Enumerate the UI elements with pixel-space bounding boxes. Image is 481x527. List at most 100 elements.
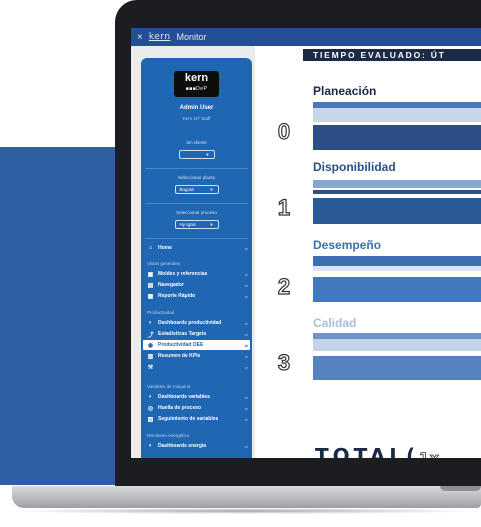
process-dropdown[interactable]: Hy Ignis ▼ (174, 220, 219, 229)
laptop-base-groove (440, 486, 481, 491)
selector-label: Sin cliente (186, 140, 207, 145)
section-number: 2 (277, 274, 291, 299)
section-title-desempeno: Desempeño (313, 238, 382, 252)
bar-calidad-light (313, 339, 481, 351)
nav-label: Dashboards energía (158, 443, 207, 449)
nav-seguimiento-variables[interactable]: ▨ Seguimiento de variables ⇄ (143, 414, 250, 424)
chevron-right-icon: ⇄ (244, 271, 248, 277)
nav-tools[interactable]: ⚒ ⇄ (143, 362, 250, 372)
total-tail: 1x (419, 451, 440, 458)
brand-logo: kern ■■■DeP (174, 71, 219, 97)
nav-label: Estadísticas Targets (158, 331, 207, 337)
sidebar: kern ■■■DeP Admin User Kern IoT Staff Si… (141, 58, 252, 458)
tracking-icon: ▨ (147, 416, 154, 423)
chevron-right-icon: ⇄ (244, 331, 248, 337)
close-icon[interactable]: × (137, 32, 143, 43)
window-titlebar: × kern Monitor (131, 28, 481, 46)
section-title-disponibilidad: Disponibilidad (313, 160, 396, 174)
section-number: 1 (277, 195, 291, 220)
selector-value: Bogotá (179, 187, 194, 192)
bar-planeacion-main (313, 125, 481, 150)
section-number: 0 (277, 119, 291, 144)
chevron-right-icon: ⇄ (244, 282, 248, 288)
main-content: TIEMPO EVALUADO: ÚT Planeación 0 Disponi… (255, 46, 481, 458)
user-role: Kern IoT Staff (182, 116, 211, 121)
bar-desempeno-light (313, 266, 481, 271)
nav-label: Huella de proceso (158, 405, 202, 411)
bar-disponibilidad-main (313, 198, 481, 224)
laptop-screen: × kern Monitor kern ■■■DeP Admin User Ke… (131, 28, 481, 458)
client-selector: Sin cliente ▼ (141, 140, 252, 159)
tools-icon: ⚒ (147, 364, 154, 371)
nav-reporte-rapido[interactable]: ▦ Reporte Rápido ⇄ (143, 291, 250, 301)
plant-dropdown[interactable]: Bogotá ▼ (174, 185, 219, 194)
brand-sub: ■■■DeP (185, 86, 208, 92)
bar-desempeno-top (313, 256, 481, 266)
chevron-right-icon: ⇄ (244, 245, 248, 251)
bar-calidad-main (313, 356, 481, 380)
nav-label: Dashboards productividad (158, 320, 222, 326)
report-icon: ▦ (147, 293, 154, 300)
divider (145, 168, 248, 169)
bar-disponibilidad-light (313, 180, 481, 188)
section-variables-maquina: Variables de máquina (147, 384, 191, 389)
section-monitoreo-energetico: Monitoreo energético (147, 433, 190, 438)
chevron-right-icon: ⇄ (244, 443, 248, 449)
section-number: 3 (277, 350, 291, 375)
bar-planeacion-light (313, 108, 481, 122)
divider (145, 203, 248, 204)
chevron-right-icon: ⇄ (244, 394, 248, 400)
chevron-down-icon: ▼ (209, 222, 214, 227)
chevron-down-icon: ▼ (205, 152, 210, 157)
nav-label: Navegador (158, 282, 184, 288)
nav-label: Productividad OEE (158, 342, 204, 348)
fingerprint-icon: ◎ (147, 405, 154, 412)
divider (145, 238, 248, 239)
home-icon: ⌂ (148, 245, 153, 251)
dashboard-icon: ◐ (148, 394, 153, 400)
total-text: TOTAL( (315, 444, 420, 458)
nav-estadisticas-targets[interactable]: ⤴ Estadísticas Targets ⇄ (143, 329, 250, 339)
navigator-icon: ▤ (147, 282, 154, 289)
nav-label: Seguimiento de variables (158, 416, 219, 422)
titlebar-logo: kern (148, 32, 171, 42)
chevron-right-icon: ⇄ (244, 405, 248, 411)
nav-label: Resumen de KPIs (158, 353, 201, 359)
bar-desempeno-main (313, 277, 481, 302)
process-selector: Seleccionar proceso Hy Ignis ▼ (141, 210, 252, 229)
nav-label: Reporte Rápido (158, 293, 196, 299)
mold-icon: ▣ (147, 271, 154, 278)
selector-label: Seleccionar proceso (176, 210, 217, 215)
nav-navegador[interactable]: ▤ Navegador ⇄ (143, 280, 250, 290)
nav-home[interactable]: ⌂ Home ⇄ (143, 243, 250, 253)
chevron-right-icon: ⇄ (244, 342, 248, 348)
section-productividad: Productividad (147, 310, 175, 315)
chevron-right-icon: ⇄ (244, 293, 248, 299)
dashboard-icon: ◐ (148, 443, 153, 449)
nav-moldes-referencias[interactable]: ▣ Moldes y referencias ⇄ (143, 269, 250, 279)
section-title-calidad: Calidad (313, 316, 357, 330)
nav-huella-proceso[interactable]: ◎ Huella de proceso ⇄ (143, 403, 250, 413)
nav-dashboards-variables[interactable]: ◐ Dashboards variables ⇄ (143, 392, 250, 402)
oee-icon: ◉ (147, 342, 154, 349)
client-dropdown[interactable]: ▼ (178, 150, 215, 159)
section-title-planeacion: Planeación (313, 84, 377, 98)
tiempo-evaluado-banner: TIEMPO EVALUADO: ÚT (303, 49, 481, 61)
laptop-base (12, 486, 481, 508)
total-label: TOTAL(1x (315, 444, 440, 458)
nav-label: Dashboards variables (158, 394, 210, 400)
app-shell: kern ■■■DeP Admin User Kern IoT Staff Si… (131, 46, 481, 458)
chevron-down-icon: ▼ (209, 187, 214, 192)
chevron-right-icon: ⇄ (244, 320, 248, 326)
nav-label: Moldes y referencias (158, 271, 208, 277)
stats-icon: ⤴ (147, 332, 154, 339)
nav-productividad-oee[interactable]: ◉ Productividad OEE ⇄ (143, 340, 250, 350)
nav-resumen-kpis[interactable]: ▥ Resumen de KPIs ⇄ (143, 351, 250, 361)
selector-value: Hy Ignis (179, 222, 196, 227)
selector-label: Seleccionar planta (177, 175, 216, 180)
user-name: Admin User (179, 105, 214, 111)
brand-name: kern (184, 72, 209, 84)
nav-dashboards-energia[interactable]: ◐ Dashboards energía ⇄ (143, 441, 250, 451)
nav-dashboards-productividad[interactable]: ◐ Dashboards productividad ⇄ (143, 318, 250, 328)
window-title: Monitor (176, 32, 207, 42)
